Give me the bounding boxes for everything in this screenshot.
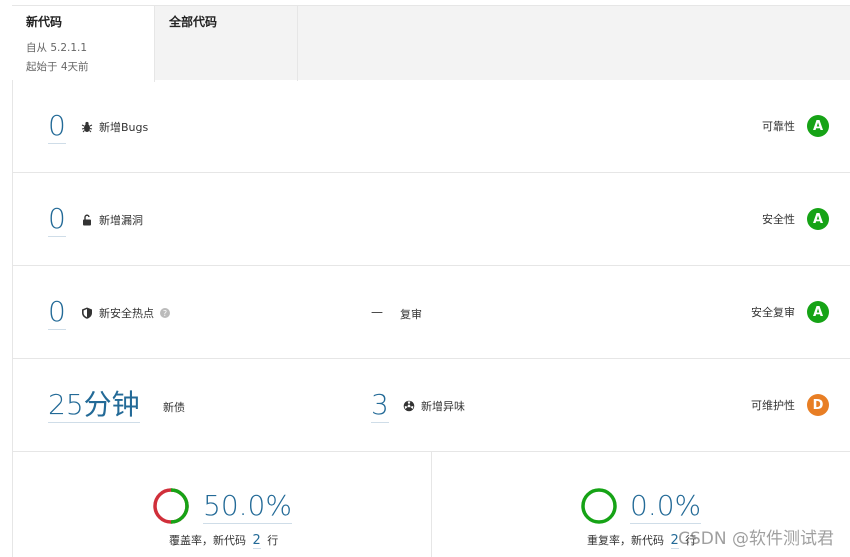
new-debt-label: 新债 — [163, 401, 185, 414]
reliability-label: 可靠性 — [762, 120, 795, 133]
new-hotspots-label: 新安全热点 ? — [81, 305, 170, 321]
bugs-row: 0 新增Bugs 可靠性 A — [13, 80, 850, 173]
tab-all-code[interactable]: 全部代码 — [155, 6, 298, 81]
unlock-icon — [83, 214, 91, 226]
coverage-caption: 覆盖率，新代码 2 行 — [169, 532, 279, 549]
security-badge[interactable]: A — [807, 208, 829, 230]
new-bugs-text: 新增Bugs — [99, 121, 149, 134]
coverage-donut-chart — [153, 488, 189, 524]
tab-new-code-info: 自从 5.2.1.1 起始于 4天前 — [26, 39, 140, 77]
hotspots-row: 0 新安全热点 ? — 复审 安全复审 A — [13, 266, 850, 359]
duplication-donut-chart — [581, 488, 617, 524]
new-code-smells-count[interactable]: 3 — [371, 390, 389, 423]
started-ago: 起始于 4天前 — [26, 61, 89, 73]
coverage-caption-prefix: 覆盖率，新代码 — [169, 534, 246, 547]
new-hotspots-count[interactable]: 0 — [48, 297, 66, 330]
new-debt-value[interactable]: 25分钟 — [48, 390, 140, 423]
tab-all-code-title: 全部代码 — [169, 15, 218, 29]
security-review-label: 安全复审 — [751, 306, 795, 319]
new-bugs-label: 新增Bugs — [81, 119, 148, 135]
maintainability-label: 可维护性 — [751, 399, 795, 412]
new-vulnerabilities-label: 新增漏洞 — [81, 212, 143, 228]
security-rating: 安全性 A — [762, 208, 829, 230]
duplication-ring — [581, 488, 617, 524]
code-smell-icon — [403, 400, 415, 412]
security-label: 安全性 — [762, 213, 795, 226]
maintainability-rating: 可维护性 D — [751, 394, 829, 416]
shield-icon — [82, 307, 92, 319]
maintainability-badge[interactable]: D — [807, 394, 829, 416]
new-vulnerabilities-text: 新增漏洞 — [99, 214, 143, 227]
security-review-rating: 安全复审 A — [751, 301, 829, 323]
reliability-rating: 可靠性 A — [762, 115, 829, 137]
coverage-block: 50.0% 覆盖率，新代码 2 行 — [13, 452, 432, 557]
coverage-caption-suffix: 行 — [267, 534, 279, 547]
new-code-smells-text: 新增异味 — [421, 400, 465, 413]
maintainability-row: 25分钟 新债 3 新增异味 可维护性 D — [13, 359, 850, 452]
help-icon[interactable]: ? — [160, 308, 170, 318]
review-dash: — — [371, 305, 383, 319]
new-bugs-count[interactable]: 0 — [48, 111, 66, 144]
security-review-badge[interactable]: A — [807, 301, 829, 323]
coverage-value[interactable]: 50.0% — [203, 491, 292, 524]
review-label: 复审 — [400, 308, 422, 321]
reliability-badge[interactable]: A — [807, 115, 829, 137]
new-code-smells-label: 新增异味 — [403, 398, 465, 414]
new-vulnerabilities-count[interactable]: 0 — [48, 204, 66, 237]
duplication-caption-prefix: 重复率，新代码 — [587, 534, 664, 547]
new-hotspots-text: 新安全热点 — [99, 307, 154, 320]
duplication-value[interactable]: 0.0% — [630, 491, 702, 524]
measures-panel: 0 新增Bugs 可靠性 A 0 新增漏洞 安全性 A 0 新安全热点 ? — … — [12, 80, 850, 557]
bug-icon — [81, 121, 93, 133]
coverage-lines-link[interactable]: 2 — [252, 533, 261, 549]
tab-new-code[interactable]: 新代码 自从 5.2.1.1 起始于 4天前 — [12, 6, 155, 82]
vulnerabilities-row: 0 新增漏洞 安全性 A — [13, 173, 850, 266]
period-tabs: 新代码 自从 5.2.1.1 起始于 4天前 全部代码 — [12, 5, 850, 82]
tab-new-code-title: 新代码 — [26, 15, 63, 29]
since-version: 自从 5.2.1.1 — [26, 42, 88, 54]
watermark: CSDN @软件测试君 — [678, 529, 834, 549]
